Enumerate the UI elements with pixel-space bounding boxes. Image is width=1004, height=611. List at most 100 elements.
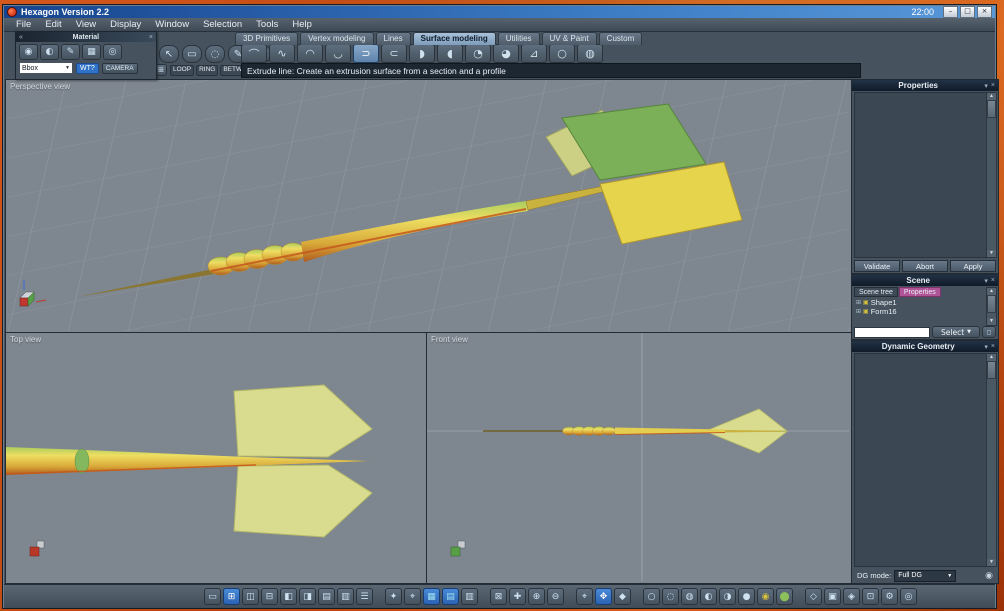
- zoom-region-icon[interactable]: ⊠: [490, 588, 507, 605]
- paint-tool-icon[interactable]: ✎: [61, 44, 80, 60]
- cap-surface-icon[interactable]: ◔: [465, 44, 491, 63]
- hidden-line-icon[interactable]: ◌: [662, 588, 679, 605]
- material-ball-icon[interactable]: ◉: [19, 44, 38, 60]
- wt-toggle[interactable]: WT?: [76, 62, 99, 74]
- material-shading-icon[interactable]: ◉: [757, 588, 774, 605]
- scroll-down-icon[interactable]: ▼: [989, 318, 994, 325]
- move-mode-icon[interactable]: ✥: [595, 588, 612, 605]
- zoom-out-icon[interactable]: ⊖: [547, 588, 564, 605]
- close-icon[interactable]: ×: [149, 34, 153, 41]
- bbox-display-icon[interactable]: ⊡: [862, 588, 879, 605]
- material-type-dropdown[interactable]: Bbox ▼: [19, 62, 73, 74]
- solid-shading-icon[interactable]: ●: [738, 588, 755, 605]
- select-button[interactable]: Select ▼: [932, 326, 980, 338]
- scroll-down-icon[interactable]: ▼: [989, 559, 994, 566]
- menu-view[interactable]: View: [76, 19, 96, 30]
- grid-display-icon[interactable]: ▦: [423, 588, 440, 605]
- tree-expander-icon[interactable]: ⊞: [856, 299, 861, 306]
- scene-header[interactable]: Scene ▾ ×: [852, 275, 998, 286]
- menu-window[interactable]: Window: [155, 19, 189, 30]
- tab-uv-paint[interactable]: UV & Paint: [541, 32, 597, 45]
- tree-item-label[interactable]: Shape1: [871, 298, 897, 307]
- scroll-up-icon[interactable]: ▲: [989, 354, 994, 361]
- scroll-thumb[interactable]: [987, 295, 996, 313]
- quad-view-icon[interactable]: ⊞: [223, 588, 240, 605]
- pivot-icon[interactable]: ⌖: [404, 588, 421, 605]
- tree-item-label[interactable]: Form16: [871, 307, 897, 316]
- tab-surface-modeling[interactable]: Surface modeling: [412, 32, 496, 45]
- magic-tool-icon[interactable]: ✦: [385, 588, 402, 605]
- menu-file[interactable]: File: [16, 19, 31, 30]
- plane-y-icon[interactable]: ▥: [461, 588, 478, 605]
- panel-menu-icon[interactable]: ▾: [984, 82, 988, 90]
- tab-scene-properties[interactable]: Properties: [898, 287, 941, 297]
- settings-icon[interactable]: ⚙: [881, 588, 898, 605]
- close-icon[interactable]: ×: [991, 277, 995, 284]
- left-main-icon[interactable]: ◧: [280, 588, 297, 605]
- menu-tools[interactable]: Tools: [256, 19, 278, 30]
- dg-sphere-icon[interactable]: ◉: [985, 571, 993, 581]
- select-mode-icon[interactable]: ⌖: [576, 588, 593, 605]
- coons-surface-icon[interactable]: ◡: [325, 44, 351, 63]
- loop-button[interactable]: LOOP: [170, 64, 195, 76]
- menu-help[interactable]: Help: [292, 19, 312, 30]
- maximize-button[interactable]: □: [960, 6, 975, 18]
- dart-model[interactable]: [483, 408, 789, 454]
- panel-menu-icon[interactable]: ▾: [984, 277, 988, 285]
- camera-toggle[interactable]: CAMERA: [101, 62, 138, 74]
- apply-button[interactable]: Apply: [950, 260, 996, 272]
- zoom-in-icon[interactable]: ⊕: [528, 588, 545, 605]
- right-main-icon[interactable]: ◨: [299, 588, 316, 605]
- scroll-thumb[interactable]: [987, 361, 996, 379]
- scroll-thumb[interactable]: [987, 100, 996, 118]
- plane-x-icon[interactable]: ▤: [442, 588, 459, 605]
- tree-item-form16[interactable]: ⊞ ▣ Form16: [854, 307, 987, 316]
- smooth-surface-icon[interactable]: ○: [549, 44, 575, 63]
- picker-icon[interactable]: ◎: [103, 44, 122, 60]
- texture-grid-icon[interactable]: ▦: [82, 44, 101, 60]
- scroll-up-icon[interactable]: ▲: [989, 288, 994, 295]
- offset-surface-icon[interactable]: ⊿: [521, 44, 547, 63]
- two-horizontal-icon[interactable]: ⊟: [261, 588, 278, 605]
- thickness-icon[interactable]: ◕: [493, 44, 519, 63]
- rotate-mode-icon[interactable]: ◆: [614, 588, 631, 605]
- transparency-icon[interactable]: ◇: [805, 588, 822, 605]
- dg-mode-dropdown[interactable]: Full DG ▼: [894, 569, 957, 582]
- minimize-button[interactable]: –: [943, 6, 958, 18]
- pan-view-icon[interactable]: ✚: [509, 588, 526, 605]
- wireframe-icon[interactable]: ○: [643, 588, 660, 605]
- validate-button[interactable]: Validate: [854, 260, 900, 272]
- tab-3d-primitives[interactable]: 3D Primitives: [235, 32, 299, 45]
- textured-shading-icon[interactable]: ◑: [719, 588, 736, 605]
- abort-button[interactable]: Abort: [902, 260, 948, 272]
- smooth-shading-icon[interactable]: ◐: [700, 588, 717, 605]
- top-viewport[interactable]: Top view: [5, 332, 428, 584]
- scene-filter-input[interactable]: [854, 326, 930, 338]
- dart-model[interactable]: [6, 384, 374, 538]
- backface-icon[interactable]: ▣: [824, 588, 841, 605]
- front-viewport[interactable]: Front view: [426, 332, 852, 584]
- select-arrow-icon[interactable]: ↖: [159, 45, 179, 63]
- tree-expander-icon[interactable]: ⊞: [856, 308, 861, 315]
- menu-selection[interactable]: Selection: [203, 19, 242, 30]
- close-icon[interactable]: ×: [991, 82, 995, 89]
- scroll-up-icon[interactable]: ▲: [989, 93, 994, 100]
- gordon-surface-icon[interactable]: ◠: [297, 44, 323, 63]
- shading-ball-icon[interactable]: ◐: [40, 44, 59, 60]
- top-main-icon[interactable]: ▤: [318, 588, 335, 605]
- scene-options-button[interactable]: ◻: [982, 326, 996, 338]
- rectangle-select-icon[interactable]: ▭: [182, 45, 202, 63]
- ruled-surface-icon[interactable]: ⌒: [241, 44, 267, 63]
- menu-display[interactable]: Display: [110, 19, 141, 30]
- tab-custom[interactable]: Custom: [598, 32, 643, 45]
- close-icon[interactable]: ×: [991, 343, 995, 350]
- double-sweep-icon[interactable]: ∿: [269, 44, 295, 63]
- tab-scene-tree[interactable]: Scene tree: [854, 287, 898, 297]
- circular-sweep-icon[interactable]: ◖: [437, 44, 463, 63]
- scene-scrollbar[interactable]: ▲ ▼: [986, 287, 997, 326]
- lathe-icon[interactable]: ◗: [409, 44, 435, 63]
- stacked-view-icon[interactable]: ☰: [356, 588, 373, 605]
- dg-scrollbar[interactable]: ▲ ▼: [986, 353, 997, 567]
- properties-header[interactable]: Properties ▾ ×: [852, 80, 998, 91]
- bottom-main-icon[interactable]: ▥: [337, 588, 354, 605]
